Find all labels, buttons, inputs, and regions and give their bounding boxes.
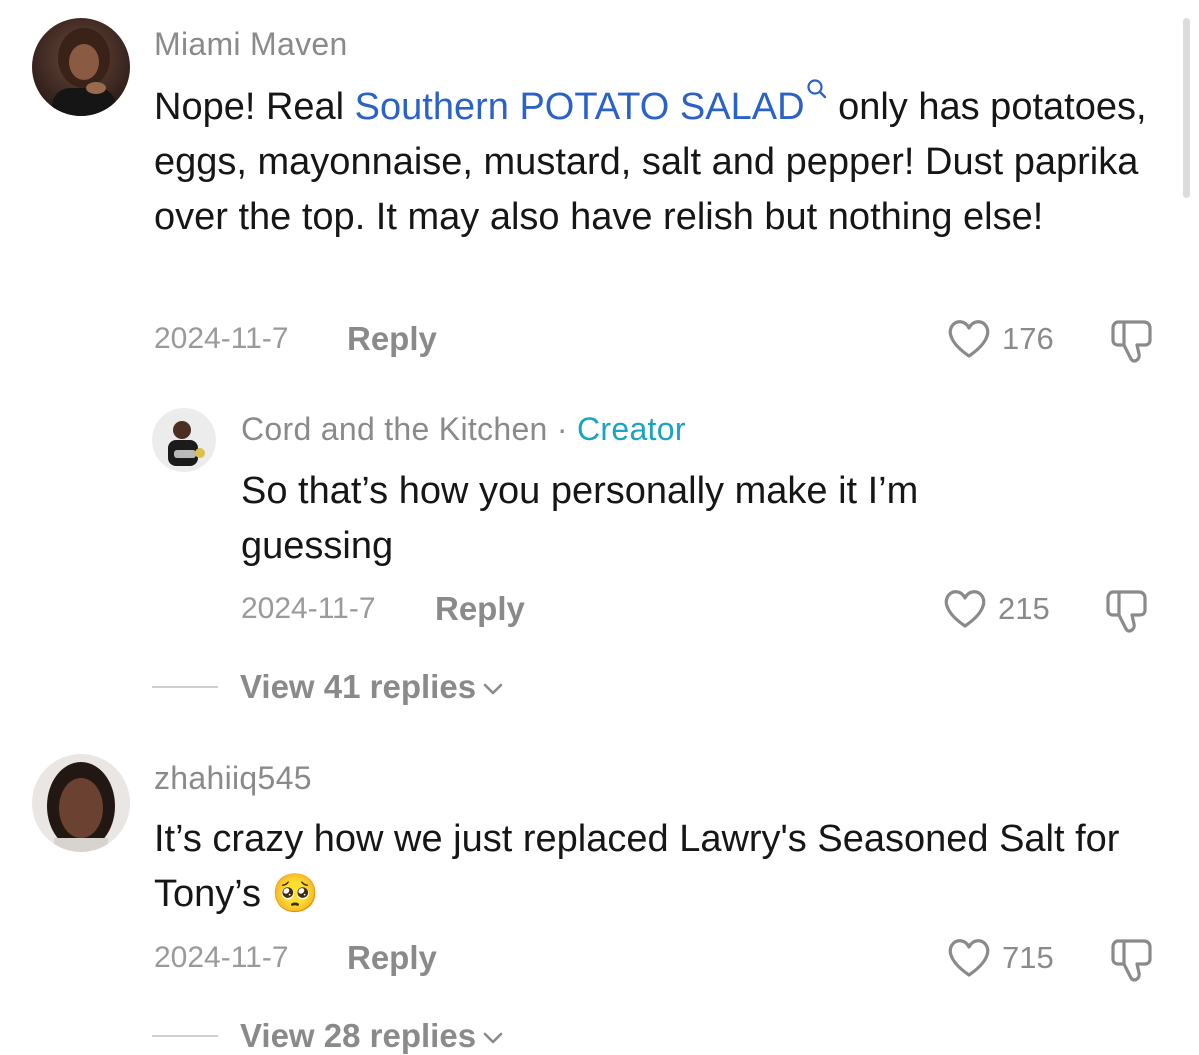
reply-button[interactable]: Reply bbox=[435, 590, 525, 628]
emoji: 🥺 bbox=[271, 873, 319, 915]
avatar[interactable] bbox=[32, 754, 130, 852]
comment-username[interactable]: Cord and the Kitchen bbox=[241, 411, 548, 447]
creator-badge: Creator bbox=[576, 411, 686, 447]
comment-text-start: Nope! Real bbox=[154, 86, 355, 128]
comment-username[interactable]: Miami Maven bbox=[154, 26, 348, 63]
dislike-button[interactable] bbox=[1108, 318, 1156, 369]
search-link[interactable]: Southern POTATO SALAD bbox=[354, 79, 828, 128]
chevron-down-icon bbox=[483, 683, 503, 695]
reply-username-line: Cord and the Kitchen · Creator bbox=[241, 411, 686, 448]
separator: · bbox=[547, 411, 577, 447]
like-count: 176 bbox=[1002, 321, 1054, 356]
avatar[interactable] bbox=[152, 408, 216, 472]
comment-text: So that’s how you personally make it I’m… bbox=[241, 470, 919, 567]
view-replies-label: View 28 replies bbox=[240, 1017, 477, 1054]
heart-outline-icon bbox=[948, 939, 990, 977]
like-button[interactable]: 715 bbox=[946, 937, 1054, 979]
search-link-label: Southern POTATO SALAD bbox=[354, 86, 805, 128]
comment-date: 2024-11-7 bbox=[154, 941, 289, 974]
like-count: 215 bbox=[998, 591, 1050, 626]
dislike-button[interactable] bbox=[1103, 588, 1151, 639]
reply-button[interactable]: Reply bbox=[347, 320, 437, 358]
comment-username[interactable]: zhahiiq545 bbox=[154, 760, 312, 797]
reply-button[interactable]: Reply bbox=[347, 939, 437, 977]
view-replies-label: View 41 replies bbox=[240, 668, 477, 705]
like-button[interactable]: 176 bbox=[946, 318, 1054, 360]
comment-date: 2024-11-7 bbox=[154, 322, 289, 355]
like-button[interactable]: 215 bbox=[942, 588, 1050, 630]
heart-outline-icon bbox=[948, 320, 990, 358]
scrollbar[interactable] bbox=[1183, 18, 1190, 198]
view-replies-button[interactable]: View 41 replies bbox=[152, 668, 504, 706]
like-count: 715 bbox=[1002, 940, 1054, 975]
comment-text: Nope! Real Southern POTATO SALAD only ha… bbox=[154, 79, 1164, 245]
divider bbox=[152, 1035, 218, 1037]
comment-text: It’s crazy how we just replaced Lawry's … bbox=[154, 812, 1144, 922]
chevron-down-icon bbox=[483, 1032, 503, 1044]
avatar[interactable] bbox=[32, 18, 130, 116]
thumbs-down-icon bbox=[1111, 320, 1152, 363]
search-icon bbox=[806, 79, 826, 99]
dislike-button[interactable] bbox=[1108, 937, 1156, 988]
divider bbox=[152, 686, 218, 688]
comment-date: 2024-11-7 bbox=[241, 592, 376, 625]
thumbs-down-icon bbox=[1111, 939, 1152, 982]
view-replies-button[interactable]: View 28 replies bbox=[152, 1017, 504, 1055]
thumbs-down-icon bbox=[1106, 590, 1147, 633]
heart-outline-icon bbox=[944, 590, 986, 628]
